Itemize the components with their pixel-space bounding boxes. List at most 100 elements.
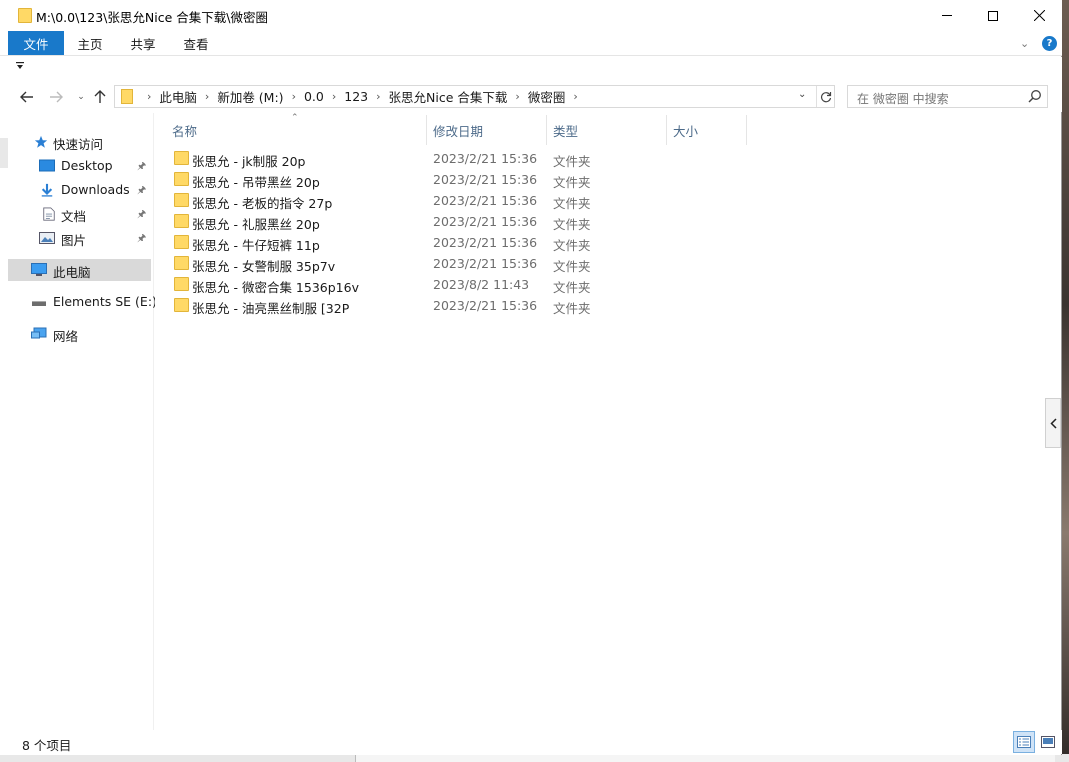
- file-date: 2023/2/21 15:36: [433, 256, 538, 271]
- breadcrumb-folder-0-0[interactable]: 0.0: [304, 89, 324, 104]
- search-input[interactable]: 在 微密圈 中搜索: [847, 85, 1048, 108]
- column-header-size[interactable]: 大小: [673, 118, 698, 142]
- sidebar-item-label: Desktop: [61, 158, 113, 173]
- chevron-right-icon[interactable]: ›: [565, 90, 585, 103]
- column-divider[interactable]: [666, 115, 667, 145]
- window-title: M:\0.0\123\张思允Nice 合集下载\微密圈: [36, 10, 268, 25]
- file-row[interactable]: 张思允 - 老板的指令 27p 2023/2/21 15:36 文件夹: [171, 190, 731, 211]
- maximize-button[interactable]: [970, 0, 1016, 31]
- column-divider[interactable]: [426, 115, 427, 145]
- sidebar-item-network[interactable]: 网络: [8, 323, 151, 345]
- sidebar-item-quick-access[interactable]: 快速访问: [8, 131, 151, 153]
- large-icons-view-button[interactable]: [1037, 731, 1059, 753]
- breadcrumb-this-pc[interactable]: 此电脑: [159, 87, 197, 106]
- details-view-button[interactable]: [1013, 731, 1035, 753]
- file-row[interactable]: 张思允 - 礼服黑丝 20p 2023/2/21 15:36 文件夹: [171, 211, 731, 232]
- file-date: 2023/8/2 11:43: [433, 277, 530, 292]
- sidebar-item-pictures[interactable]: 图片 🖈: [8, 227, 151, 249]
- file-type: 文件夹: [553, 217, 591, 232]
- column-header-type[interactable]: 类型: [553, 118, 578, 142]
- up-button[interactable]: [90, 87, 110, 107]
- recent-locations-chevron-icon[interactable]: ⌄: [71, 87, 91, 107]
- file-date: 2023/2/21 15:36: [433, 298, 538, 313]
- pictures-icon: [39, 232, 55, 244]
- chevron-right-icon[interactable]: ›: [139, 90, 159, 103]
- background-window: [0, 754, 1069, 762]
- up-arrow-icon: [94, 90, 106, 103]
- file-type: 文件夹: [553, 259, 591, 274]
- breadcrumb-folder-collection[interactable]: 张思允Nice 合集下载: [389, 87, 508, 106]
- breadcrumb-folder-123[interactable]: 123: [344, 89, 368, 104]
- file-type: 文件夹: [553, 280, 591, 295]
- address-history-chevron-icon[interactable]: ⌄: [798, 89, 806, 100]
- column-header-name[interactable]: 名称: [172, 118, 197, 142]
- sidebar-item-drive[interactable]: Elements SE (E:): [8, 291, 157, 313]
- chevron-right-icon[interactable]: ›: [324, 90, 344, 103]
- file-date: 2023/2/21 15:36: [433, 151, 538, 166]
- star-icon: [34, 135, 48, 148]
- status-bar: 8 个项目: [0, 730, 1062, 754]
- forward-arrow-icon: [50, 91, 63, 103]
- sidebar-item-documents[interactable]: 文档 🖈: [8, 203, 151, 225]
- drive-icon: [32, 301, 46, 306]
- search-icon[interactable]: [1028, 89, 1042, 103]
- folder-icon: [174, 214, 189, 228]
- preview-pane-toggle[interactable]: [1045, 398, 1061, 448]
- column-divider[interactable]: [546, 115, 547, 145]
- tab-share[interactable]: 共享: [116, 31, 170, 55]
- tab-home[interactable]: 主页: [64, 31, 116, 55]
- minimize-button[interactable]: [924, 0, 970, 31]
- close-icon: [1033, 10, 1045, 21]
- file-row[interactable]: 张思允 - 牛仔短裤 11p 2023/2/21 15:36 文件夹: [171, 232, 731, 253]
- file-row[interactable]: 张思允 - 油亮黑丝制服 [32P 2023/2/21 15:36 文件夹: [171, 295, 731, 316]
- file-name: 张思允 - 老板的指令 27p: [192, 196, 333, 211]
- file-date: 2023/2/21 15:36: [433, 214, 538, 229]
- breadcrumb-current-folder[interactable]: 微密圈: [528, 87, 566, 106]
- sidebar-item-desktop[interactable]: Desktop 🖈: [8, 155, 151, 177]
- file-name: 张思允 - 女警制服 35p7v: [192, 259, 336, 274]
- window-edge: [0, 138, 8, 168]
- help-icon[interactable]: ?: [1042, 36, 1057, 51]
- expand-ribbon-chevron-icon[interactable]: ⌄: [1020, 37, 1029, 50]
- file-list: ⌃ 名称 修改日期 类型 大小 张思允 - jk制服 20p 2023/2/21…: [155, 113, 1061, 730]
- tab-view[interactable]: 查看: [170, 31, 222, 55]
- desktop-icon: [39, 159, 55, 172]
- chevron-right-icon[interactable]: ›: [197, 90, 217, 103]
- sidebar-item-label: Elements SE (E:): [53, 294, 157, 309]
- chevron-right-icon[interactable]: ›: [507, 90, 527, 103]
- refresh-button[interactable]: [816, 86, 835, 107]
- back-button[interactable]: [17, 87, 37, 107]
- close-button[interactable]: [1016, 0, 1062, 31]
- sidebar-item-downloads[interactable]: Downloads 🖈: [8, 179, 151, 201]
- navigation-pane: 快速访问 Desktop 🖈 Downloads 🖈 文档 🖈 图片 🖈 此电脑: [8, 113, 157, 730]
- folder-icon: [174, 193, 189, 207]
- tab-file[interactable]: 文件: [8, 31, 64, 55]
- sidebar-item-label: 文档: [61, 209, 87, 224]
- folder-icon: [174, 298, 189, 312]
- folder-icon: [121, 89, 133, 104]
- breadcrumb-drive[interactable]: 新加卷 (M:): [217, 87, 283, 106]
- file-row[interactable]: 张思允 - 微密合集 1536p16v 2023/8/2 11:43 文件夹: [171, 274, 731, 295]
- chevron-right-icon[interactable]: ›: [284, 90, 304, 103]
- details-view-icon: [1017, 736, 1031, 748]
- sidebar-item-this-pc[interactable]: 此电脑: [8, 259, 151, 281]
- folder-icon: [174, 151, 189, 165]
- pin-icon: 🖈: [137, 161, 147, 172]
- forward-button[interactable]: [46, 87, 66, 107]
- background-window-edge: [355, 754, 1055, 762]
- address-bar[interactable]: › 此电脑 › 新加卷 (M:) › 0.0 › 123 › 张思允Nice 合…: [114, 85, 835, 108]
- pin-icon: 🖈: [137, 209, 147, 220]
- column-header-date[interactable]: 修改日期: [433, 118, 483, 142]
- refresh-icon: [820, 91, 832, 102]
- network-icon: [31, 327, 47, 339]
- file-row[interactable]: 张思允 - 女警制服 35p7v 2023/2/21 15:36 文件夹: [171, 253, 731, 274]
- customize-toolbar-icon[interactable]: [16, 62, 24, 73]
- pin-icon: 🖈: [137, 185, 147, 196]
- chevron-right-icon[interactable]: ›: [368, 90, 388, 103]
- explorer-window: M:\0.0\123\张思允Nice 合集下载\微密圈 文件 主页 共享 查看 …: [0, 0, 1062, 755]
- file-type: 文件夹: [553, 175, 591, 190]
- file-date: 2023/2/21 15:36: [433, 193, 538, 208]
- file-row[interactable]: 张思允 - 吊带黑丝 20p 2023/2/21 15:36 文件夹: [171, 169, 731, 190]
- file-row[interactable]: 张思允 - jk制服 20p 2023/2/21 15:36 文件夹: [171, 148, 731, 169]
- column-divider[interactable]: [746, 115, 747, 145]
